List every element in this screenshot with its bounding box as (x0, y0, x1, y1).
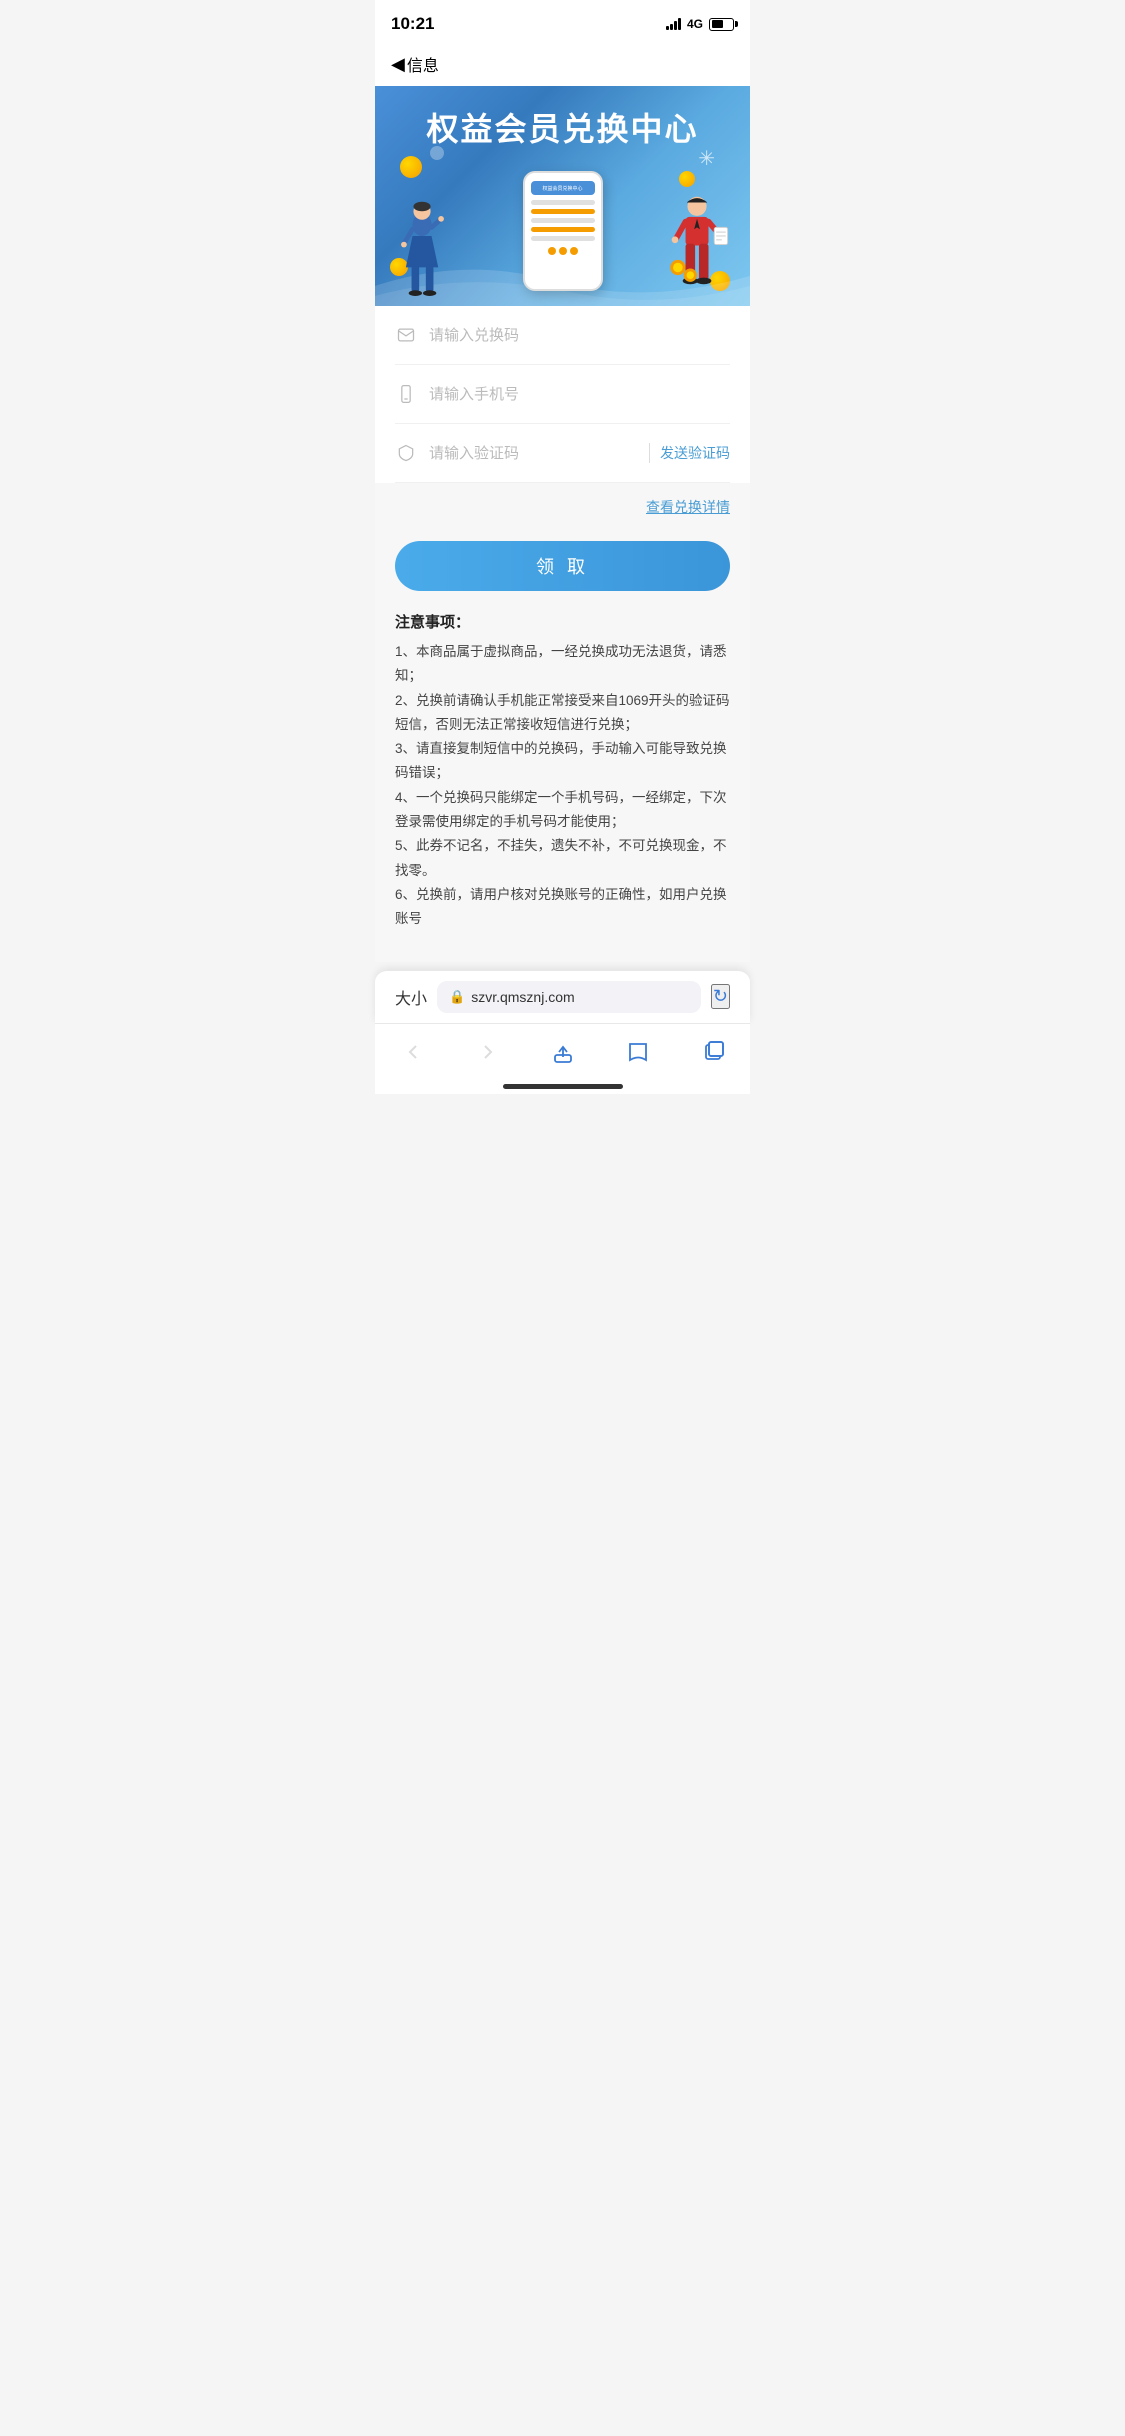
status-bar: 10:21 4G (375, 0, 750, 44)
status-time: 10:21 (391, 14, 434, 34)
back-nav-button[interactable] (385, 1036, 441, 1068)
lock-icon: 🔒 (449, 989, 465, 1005)
submit-button[interactable]: 领 取 (395, 541, 730, 591)
tabs-icon (701, 1040, 725, 1064)
character-left (395, 196, 450, 296)
bottom-nav (375, 1023, 750, 1076)
network-label: 4G (687, 17, 703, 31)
home-indicator (375, 1076, 750, 1094)
send-code-button[interactable]: 发送验证码 (649, 443, 730, 463)
signal-icon (666, 18, 681, 30)
banner-title: 权益会员兑换中心 (426, 104, 698, 150)
phone-mockup: 权益会员兑换中心 (523, 171, 603, 291)
note-item-5: 5、此券不记名，不挂失，遗失不补，不可兑换现金，不找零。 (395, 838, 727, 877)
notes-title: 注意事项： (395, 611, 730, 632)
back-nav-icon (401, 1040, 425, 1064)
shield-icon (395, 442, 417, 464)
nav-bar: ◀ 信息 (375, 44, 750, 86)
reload-button[interactable]: ↻ (711, 984, 730, 1009)
share-button[interactable] (535, 1036, 591, 1068)
back-label: 信息 (407, 52, 439, 76)
exchange-code-row (395, 306, 730, 365)
phone-input[interactable] (429, 386, 730, 403)
font-size-label[interactable]: 大小 (395, 985, 427, 1009)
form-section: 发送验证码 (375, 306, 750, 483)
home-bar (503, 1084, 623, 1089)
note-item-1: 1、本商品属于虚拟商品，一经兑换成功无法退货，请悉知； (395, 644, 727, 683)
url-bar[interactable]: 🔒 szvr.qmsznj.com (437, 981, 701, 1013)
url-text: szvr.qmsznj.com (471, 989, 574, 1005)
banner: 权益会员兑换中心 ✳ 权益会员兑换中心 (375, 86, 750, 306)
character-right (665, 191, 730, 301)
forward-nav-button[interactable] (460, 1036, 516, 1068)
verification-code-row: 发送验证码 (395, 424, 730, 483)
detail-link-row: 查看兑换详情 (375, 483, 750, 531)
notes-section: 注意事项： 1、本商品属于虚拟商品，一经兑换成功无法退货，请悉知； 2、兑换前请… (375, 611, 750, 962)
bookmarks-button[interactable] (610, 1036, 666, 1068)
browser-bar: 大小 🔒 szvr.qmsznj.com ↻ (375, 970, 750, 1023)
share-icon (551, 1040, 575, 1064)
back-arrow-icon: ◀ (391, 55, 405, 73)
note-item-2: 2、兑换前请确认手机能正常接受来自1069开头的验证码短信，否则无法正常接收短信… (395, 693, 730, 732)
forward-nav-icon (476, 1040, 500, 1064)
bookmarks-icon (626, 1040, 650, 1064)
battery-icon (709, 18, 734, 31)
tabs-button[interactable] (685, 1036, 741, 1068)
deco-star-icon: ✳ (698, 146, 715, 171)
submit-section: 领 取 (375, 531, 750, 611)
status-icons: 4G (666, 17, 734, 31)
phone-row (395, 365, 730, 424)
verification-code-input[interactable] (429, 445, 637, 462)
deco-coin-right (679, 171, 695, 187)
note-item-6: 6、兑换前，请用户核对兑换账号的正确性，如用户兑换账号 (395, 887, 727, 926)
exchange-code-input[interactable] (429, 327, 730, 344)
back-button[interactable]: ◀ 信息 (391, 52, 439, 76)
phone-icon (395, 383, 417, 405)
note-item-3: 3、请直接复制短信中的兑换码，手动输入可能导致兑换码错误； (395, 741, 727, 780)
detail-link[interactable]: 查看兑换详情 (646, 497, 730, 517)
message-icon (395, 324, 417, 346)
note-item-4: 4、一个兑换码只能绑定一个手机号码，一经绑定，下次登录需使用绑定的手机号码才能使… (395, 790, 727, 829)
notes-content: 1、本商品属于虚拟商品，一经兑换成功无法退货，请悉知； 2、兑换前请确认手机能正… (395, 640, 730, 932)
deco-coin-left (400, 156, 422, 178)
